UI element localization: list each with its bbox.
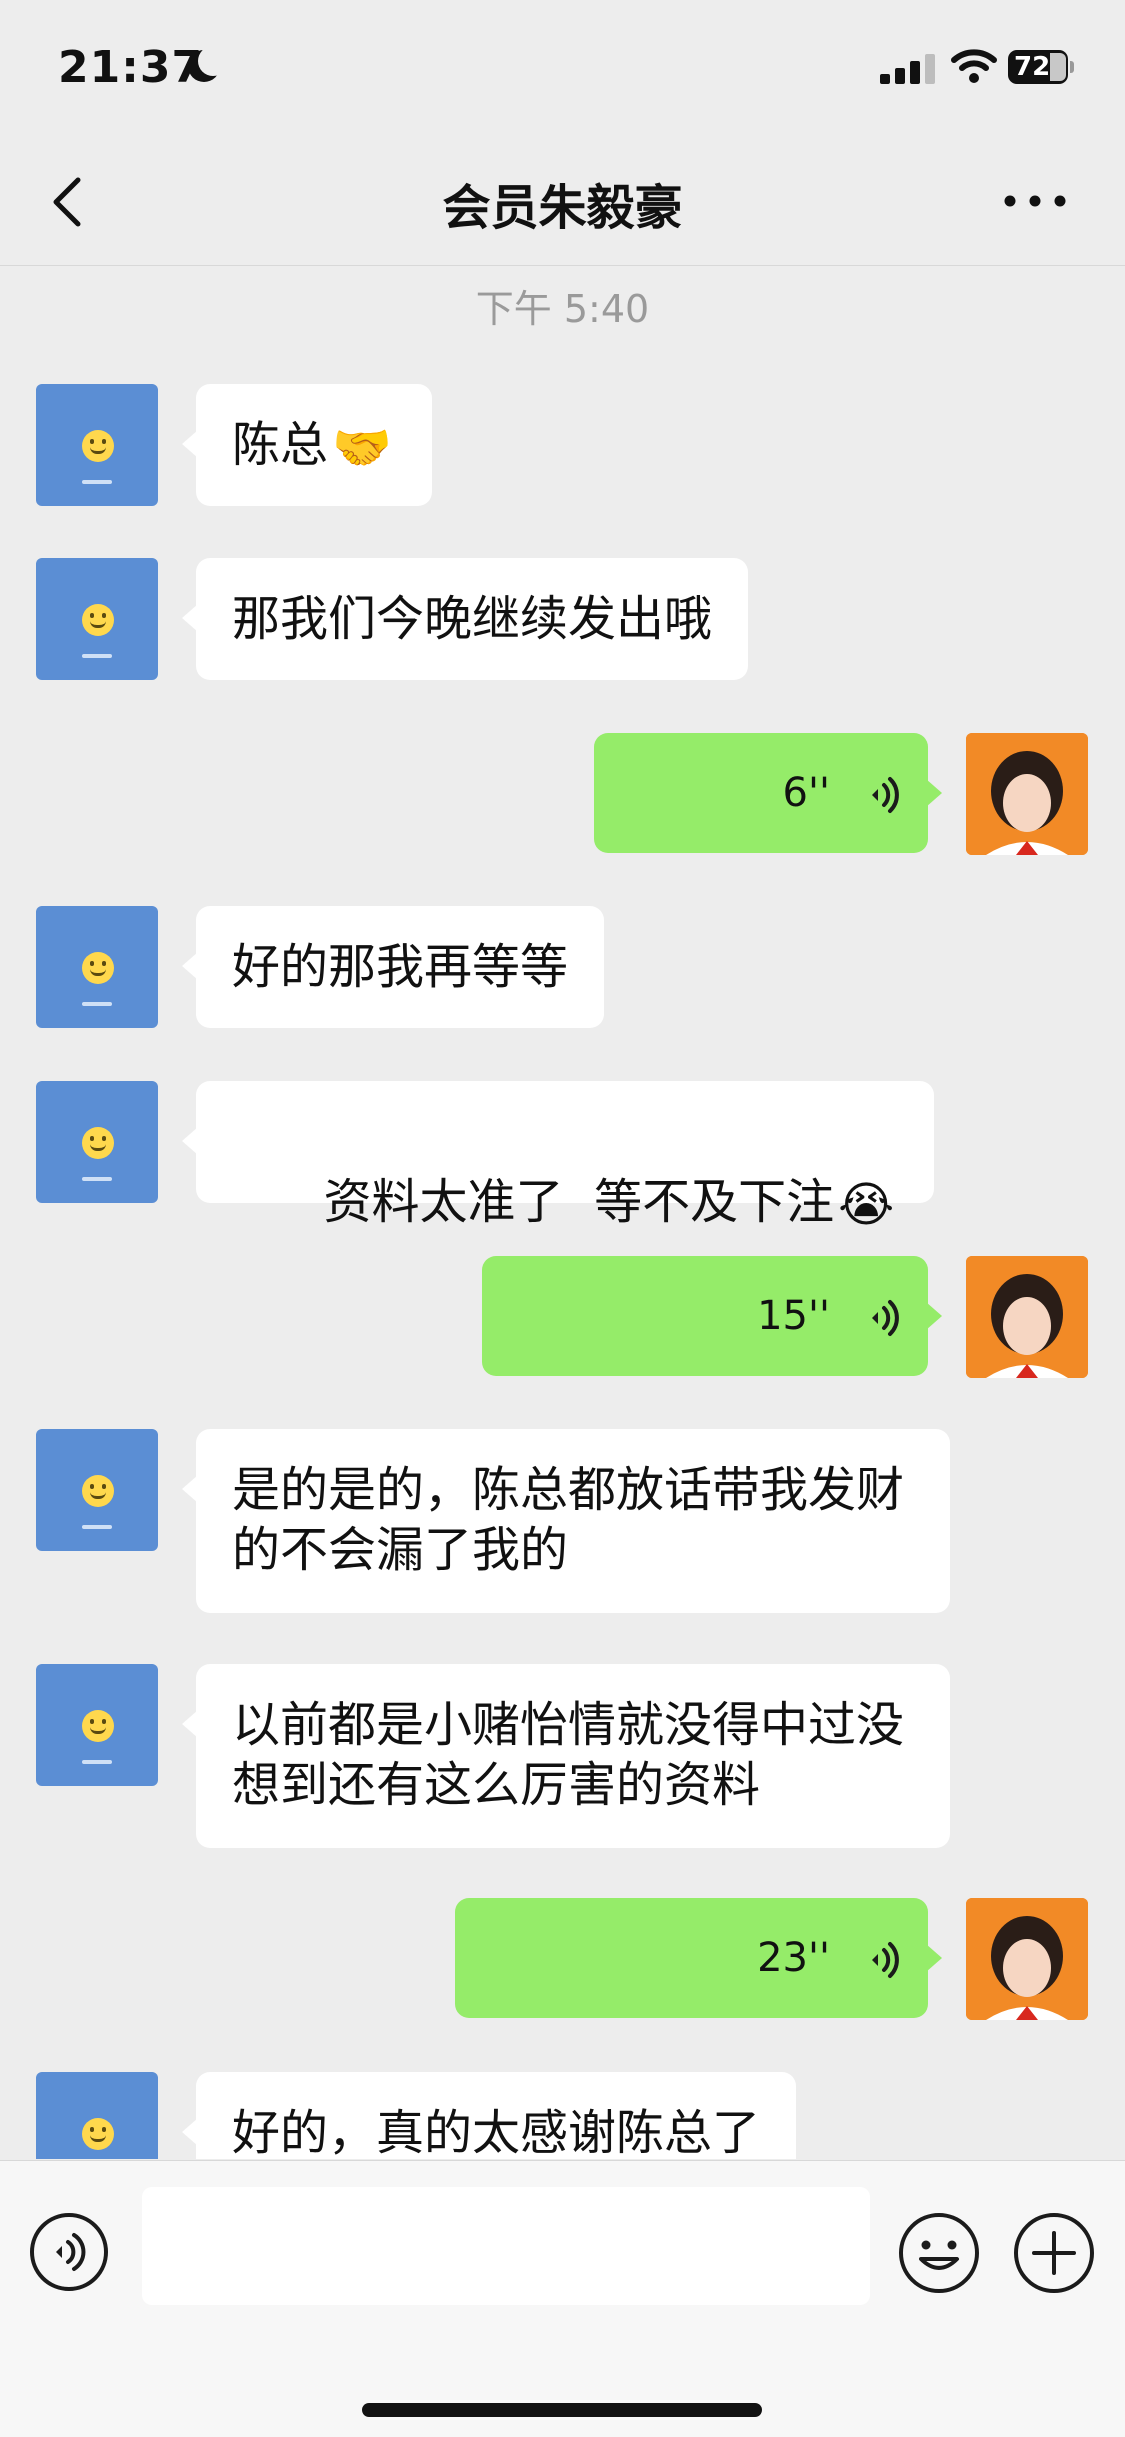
voice-wave-icon xyxy=(872,1300,899,1336)
voice-duration: 15'' xyxy=(757,1293,830,1339)
voice-message-bubble[interactable]: 15'' xyxy=(482,1256,942,1376)
cellular-signal-icon xyxy=(880,54,938,84)
chat-header: 会员朱毅豪 xyxy=(0,140,1125,266)
message-row: 以前都是小赌怡情就没得中过没想到还有这么厉害的资料 xyxy=(0,1664,1125,1854)
message-row: 6'' xyxy=(0,733,1125,863)
message-text: 好的，真的太感谢陈总了 xyxy=(232,2105,761,2159)
more-dots-icon[interactable] xyxy=(1000,186,1070,216)
handshake-emoji: 🤝 xyxy=(332,420,392,476)
person-portrait-icon xyxy=(966,1898,1088,2020)
smiley-avatar-icon xyxy=(82,1710,114,1742)
contact-avatar[interactable] xyxy=(36,1429,158,1551)
battery-percent: 72 xyxy=(1014,52,1051,82)
smiley-avatar-icon xyxy=(82,430,114,462)
message-row: 陈总🤝 xyxy=(0,384,1125,514)
smiley-avatar-icon xyxy=(82,952,114,984)
message-text: 资料太准了 等不及下注 xyxy=(323,1174,835,1230)
user-avatar[interactable] xyxy=(966,1256,1088,1378)
user-avatar[interactable] xyxy=(966,733,1088,855)
contact-avatar[interactable] xyxy=(36,906,158,1028)
message-timestamp: 下午 5:40 xyxy=(475,287,650,331)
person-portrait-icon xyxy=(966,1256,1088,1378)
wifi-icon xyxy=(951,49,997,83)
voice-duration: 23'' xyxy=(757,1935,830,1981)
person-portrait-icon xyxy=(966,733,1088,855)
message-bubble[interactable]: 以前都是小赌怡情就没得中过没想到还有这么厉害的资料 xyxy=(182,1664,950,1848)
message-row: 好的，真的太感谢陈总了 xyxy=(0,2072,1125,2159)
smiley-face-icon[interactable] xyxy=(897,2211,981,2295)
message-bubble[interactable]: 好的那我再等等 xyxy=(181,906,605,1028)
message-input[interactable] xyxy=(142,2187,870,2305)
message-row: 是的是的，陈总都放话带我发财的不会漏了我的 xyxy=(0,1429,1125,1619)
chat-message-list[interactable]: 下午 5:40 陈总🤝 那我们今晚继续发出哦 6'' 好的那我再等等 资料太准了… xyxy=(0,266,1125,2159)
user-avatar[interactable] xyxy=(966,1898,1088,2020)
message-row: 好的那我再等等 xyxy=(0,906,1125,1036)
status-bar: 21:37 72 xyxy=(0,0,1125,140)
message-row: 23'' xyxy=(0,1898,1125,2028)
voice-message-bubble[interactable]: 23'' xyxy=(455,1898,942,2018)
message-text: 那我们今晚继续发出哦 xyxy=(232,591,713,647)
message-row: 15'' xyxy=(0,1256,1125,1386)
contact-avatar[interactable] xyxy=(36,384,158,506)
contact-avatar[interactable] xyxy=(36,558,158,680)
home-indicator xyxy=(362,2403,762,2417)
voice-wave-icon xyxy=(872,777,899,813)
message-bubble[interactable]: 资料太准了 等不及下注😭 xyxy=(181,1081,935,1233)
focus-moon-icon xyxy=(188,46,228,82)
smiley-avatar-icon xyxy=(82,1127,114,1159)
voice-duration: 6'' xyxy=(782,770,830,816)
contact-avatar[interactable] xyxy=(36,1081,158,1203)
contact-avatar[interactable] xyxy=(36,2072,158,2159)
message-bubble[interactable]: 那我们今晚继续发出哦 xyxy=(181,558,749,680)
message-text: 以前都是小赌怡情就没得中过没想到还有这么厉害的资料 xyxy=(232,1697,905,1813)
message-row: 那我们今晚继续发出哦 xyxy=(0,558,1125,688)
smiley-avatar-icon xyxy=(82,1475,114,1507)
crying-laughing-emoji: 😭 xyxy=(838,1177,895,1233)
message-text: 是的是的，陈总都放话带我发财的不会漏了我的 xyxy=(232,1462,905,1578)
plus-circle-icon[interactable] xyxy=(1012,2211,1096,2295)
message-text: 陈总 xyxy=(232,417,329,473)
message-bubble[interactable]: 是的是的，陈总都放话带我发财的不会漏了我的 xyxy=(182,1429,950,1613)
input-toolbar xyxy=(0,2160,1125,2437)
smiley-avatar-icon xyxy=(82,2118,114,2150)
status-time: 21:37 xyxy=(58,42,204,93)
smiley-avatar-icon xyxy=(82,604,114,636)
contact-avatar[interactable] xyxy=(36,1664,158,1786)
message-bubble[interactable]: 陈总🤝 xyxy=(182,384,432,506)
page-title: 会员朱毅豪 xyxy=(442,180,683,236)
voice-mode-icon[interactable] xyxy=(28,2211,110,2293)
battery-icon: 72 xyxy=(1008,50,1074,84)
message-text: 好的那我再等等 xyxy=(232,939,569,995)
voice-wave-icon xyxy=(872,1942,899,1978)
message-bubble[interactable]: 好的，真的太感谢陈总了 xyxy=(181,2072,797,2159)
voice-message-bubble[interactable]: 6'' xyxy=(594,733,942,853)
message-row: 资料太准了 等不及下注😭 xyxy=(0,1081,1125,1233)
